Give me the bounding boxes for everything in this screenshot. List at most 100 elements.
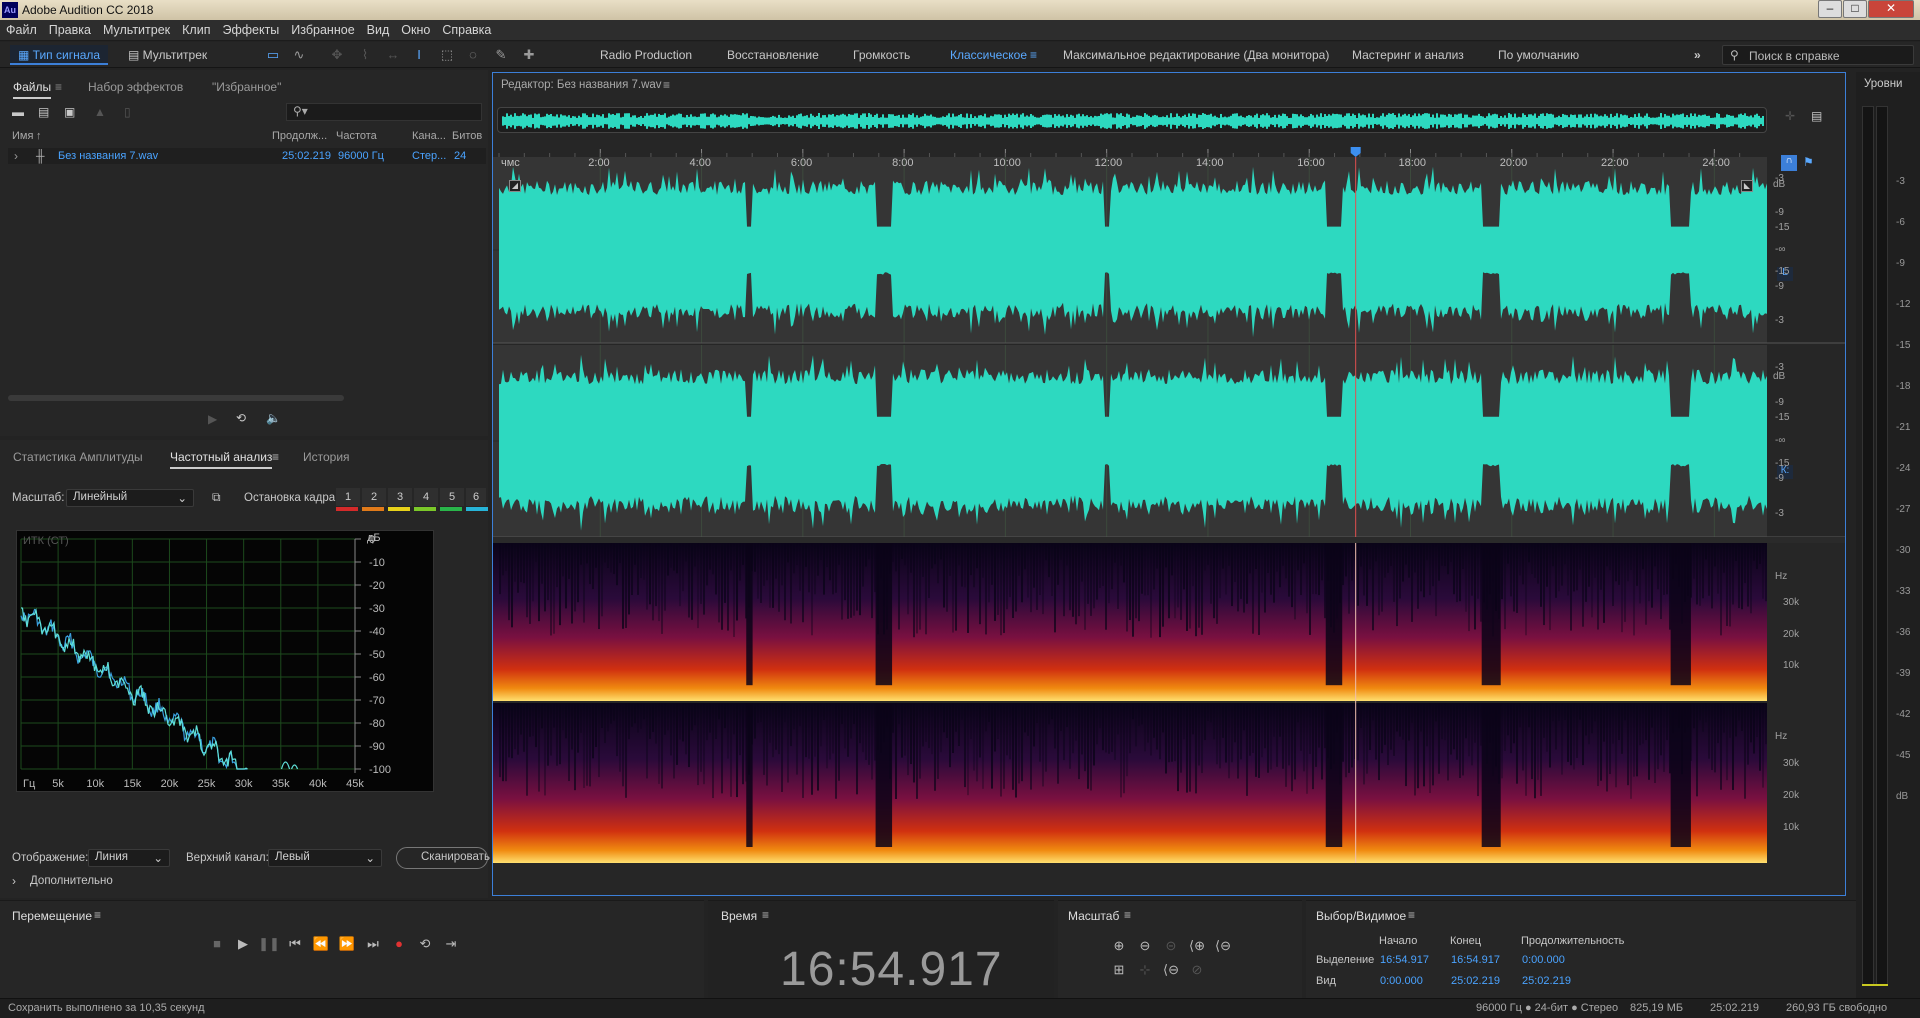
tab-effects-rack[interactable]: Набор эффектов bbox=[88, 70, 183, 94]
frame-2-button[interactable]: 2 bbox=[362, 488, 386, 506]
fade-out-handle-icon[interactable]: ◣ bbox=[1741, 180, 1753, 192]
frame-icon[interactable]: ⧉ bbox=[212, 490, 221, 505]
move-tool-icon[interactable]: ✥ bbox=[328, 46, 346, 64]
menu-effects[interactable]: Эффекты bbox=[216, 20, 285, 37]
files-search-input[interactable]: ⚲▾ bbox=[286, 103, 482, 121]
display-select[interactable]: Линия ⌄ bbox=[88, 849, 170, 867]
brush-tool-icon[interactable]: ✎ bbox=[492, 46, 510, 64]
view-duration[interactable]: 25:02.219 bbox=[1522, 975, 1571, 987]
open-file-icon[interactable]: ▬ bbox=[12, 105, 24, 119]
stop-icon[interactable]: ■ bbox=[204, 933, 230, 955]
workspace-default[interactable]: По умолчанию bbox=[1498, 48, 1579, 62]
menu-favorites[interactable]: Избранное bbox=[285, 20, 360, 37]
fade-in-handle-icon[interactable]: ◢ bbox=[509, 180, 521, 192]
new-file-icon[interactable]: ▣ bbox=[64, 105, 75, 119]
editor-menu-icon[interactable]: ≡ bbox=[663, 78, 670, 92]
close-button[interactable]: ✕ bbox=[1868, 0, 1914, 18]
workspace-max-edit[interactable]: Максимальное редактирование (Два монитор… bbox=[1063, 48, 1329, 62]
analysis-tab-menu-icon[interactable]: ≡ bbox=[272, 440, 279, 464]
more-workspaces-icon[interactable]: » bbox=[1694, 48, 1701, 62]
selection-end[interactable]: 16:54.917 bbox=[1451, 954, 1500, 966]
tab-history[interactable]: История bbox=[303, 440, 350, 464]
zoom-out-time-icon[interactable]: ⟨⊖ bbox=[1210, 935, 1236, 957]
col-duration[interactable]: Продолж... bbox=[272, 130, 327, 142]
menu-help[interactable]: Справка bbox=[436, 20, 497, 37]
col-name[interactable]: Имя bbox=[12, 130, 33, 142]
file-row[interactable]: › ╫ Без названия 7.wav 25:02.219 96000 Г… bbox=[8, 148, 486, 164]
razor-tool-icon[interactable]: ⌇ bbox=[356, 46, 374, 64]
fast-forward-icon[interactable]: ⏩ bbox=[334, 933, 360, 955]
time-selection-tool-icon[interactable]: I bbox=[410, 46, 428, 64]
scale-select[interactable]: Линейный ⌄ bbox=[66, 489, 194, 507]
files-tab-menu-icon[interactable]: ≡ bbox=[55, 70, 62, 94]
zoom-in-point-icon[interactable]: ⊹ bbox=[1132, 959, 1158, 981]
frame-6-button[interactable]: 6 bbox=[466, 488, 486, 506]
workspace-classic[interactable]: Классическое bbox=[950, 48, 1027, 62]
workspace-loudness[interactable]: Громкость bbox=[853, 48, 910, 62]
help-search-input[interactable]: ⚲ Поиск в справке bbox=[1722, 45, 1914, 65]
selection-start[interactable]: 16:54.917 bbox=[1380, 954, 1429, 966]
frame-5-button[interactable]: 5 bbox=[440, 488, 464, 506]
zoom-selection-time-icon[interactable]: ⟨⊖ bbox=[1158, 959, 1184, 981]
workspace-restoration[interactable]: Восстановление bbox=[727, 48, 819, 62]
import-file-icon[interactable]: ▤ bbox=[38, 105, 49, 119]
frame-1-button[interactable]: 1 bbox=[336, 488, 360, 506]
marker-icon[interactable]: ⚑ bbox=[1803, 155, 1814, 169]
zoom-in-amplitude-icon[interactable]: ⊕ bbox=[1106, 935, 1132, 957]
zoom-out-full-icon[interactable]: ⊝ bbox=[1158, 935, 1184, 957]
pause-icon[interactable]: ❚❚ bbox=[256, 933, 282, 955]
waveform-view-button[interactable]: ▦ Тип сигнала bbox=[10, 45, 109, 65]
minimize-button[interactable]: – bbox=[1818, 0, 1842, 18]
overview-bar[interactable] bbox=[497, 107, 1767, 133]
col-channels[interactable]: Кана... bbox=[412, 130, 446, 142]
zoom-in-time-icon[interactable]: ⟨⊕ bbox=[1184, 935, 1210, 957]
workspace-radio-production[interactable]: Radio Production bbox=[600, 48, 692, 62]
spectral-display-icon[interactable]: ▭ bbox=[264, 46, 282, 64]
loop-icon[interactable]: ⟲ bbox=[412, 933, 438, 955]
more-label[interactable]: Дополнительно bbox=[30, 875, 113, 887]
files-scrollbar[interactable] bbox=[8, 395, 344, 401]
healing-tool-icon[interactable]: ✚ bbox=[520, 46, 538, 64]
zoom-menu-icon[interactable]: ≡ bbox=[1124, 908, 1131, 922]
menu-clip[interactable]: Клип bbox=[176, 20, 216, 37]
workspace-mastering[interactable]: Мастеринг и анализ bbox=[1352, 48, 1464, 62]
maximize-button[interactable]: □ bbox=[1843, 0, 1867, 18]
view-end[interactable]: 25:02.219 bbox=[1451, 975, 1500, 987]
selection-menu-icon[interactable]: ≡ bbox=[1408, 908, 1415, 922]
time-menu-icon[interactable]: ≡ bbox=[762, 908, 769, 922]
multitrack-view-button[interactable]: ▤ Мультитрек bbox=[120, 45, 215, 65]
menu-edit[interactable]: Правка bbox=[43, 20, 97, 37]
expand-more-icon[interactable]: › bbox=[12, 874, 16, 888]
transport-menu-icon[interactable]: ≡ bbox=[94, 908, 101, 922]
skip-forward-icon[interactable]: ⏭ bbox=[360, 933, 386, 955]
selection-duration[interactable]: 0:00.000 bbox=[1522, 954, 1565, 966]
zoom-overview-icon[interactable]: ✛ bbox=[1785, 109, 1795, 123]
tab-amplitude-stats[interactable]: Статистика Амплитуды bbox=[13, 440, 143, 464]
zoom-out-amplitude-icon[interactable]: ⊖ bbox=[1132, 935, 1158, 957]
skip-back-icon[interactable]: ⏮ bbox=[282, 933, 308, 955]
rewind-icon[interactable]: ⏪ bbox=[308, 933, 334, 955]
panel-options-icon[interactable]: ▤ bbox=[1811, 109, 1822, 123]
menu-window[interactable]: Окно bbox=[395, 20, 436, 37]
channel-select[interactable]: Левый ⌄ bbox=[268, 849, 382, 867]
workspace-menu-icon[interactable]: ≡ bbox=[1030, 48, 1037, 62]
preview-loop-icon[interactable]: ⟲ bbox=[236, 411, 246, 425]
preview-play-icon[interactable]: ▶ bbox=[208, 412, 217, 426]
menu-file[interactable]: Файл bbox=[0, 20, 43, 37]
tab-files[interactable]: Файлы bbox=[13, 70, 52, 99]
tab-favorites[interactable]: "Избранное" bbox=[212, 70, 281, 94]
col-bits[interactable]: Битов bbox=[452, 130, 482, 142]
scan-button[interactable]: Сканировать bbox=[396, 847, 490, 869]
play-icon[interactable]: ▶ bbox=[230, 933, 256, 955]
tab-frequency-analysis[interactable]: Частотный анализ bbox=[170, 440, 273, 469]
snap-icon[interactable]: ∩ bbox=[1781, 155, 1797, 171]
insert-icon[interactable]: ▲ bbox=[94, 105, 106, 119]
col-rate[interactable]: Частота bbox=[336, 130, 377, 142]
slip-tool-icon[interactable]: ↔ bbox=[384, 46, 402, 64]
marquee-tool-icon[interactable]: ⬚ bbox=[438, 46, 456, 64]
record-icon[interactable]: ● bbox=[386, 933, 412, 955]
zoom-to-selection-icon[interactable]: ⊞ bbox=[1106, 959, 1132, 981]
view-start[interactable]: 0:00.000 bbox=[1380, 975, 1423, 987]
lasso-tool-icon[interactable]: ◌ bbox=[464, 46, 482, 64]
autoplay-icon[interactable]: 🔈 bbox=[266, 411, 281, 425]
